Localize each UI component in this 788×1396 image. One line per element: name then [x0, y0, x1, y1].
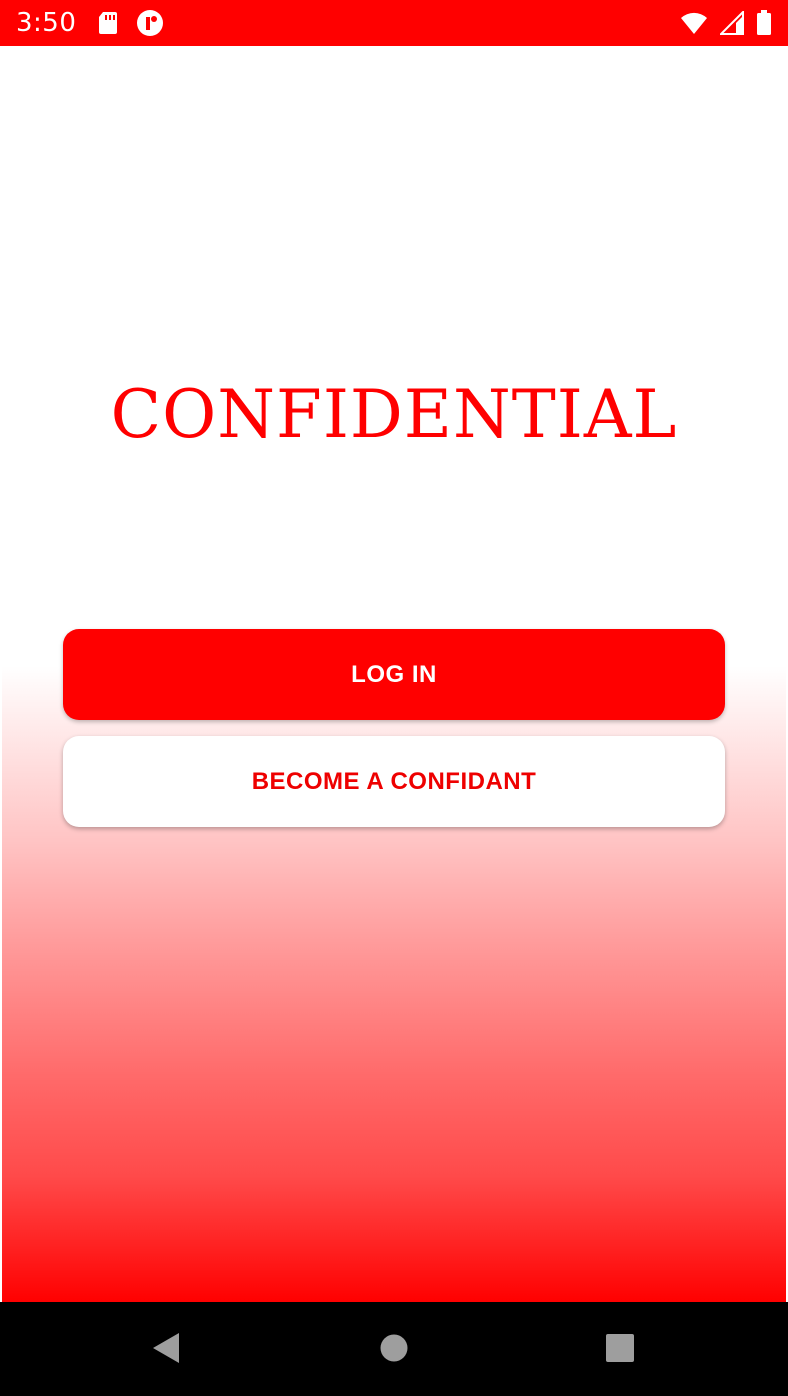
home-icon [379, 1333, 409, 1363]
recents-button[interactable] [600, 1328, 640, 1368]
status-bar-right [680, 10, 772, 36]
back-button[interactable] [146, 1328, 186, 1368]
battery-icon [756, 10, 772, 36]
become-confidant-button[interactable]: BECOME A CONFIDANT [63, 736, 725, 827]
app-title: CONFIDENTIAL [110, 376, 678, 453]
back-icon [151, 1331, 181, 1365]
status-bar: 3:50 [0, 0, 788, 46]
status-bar-left: 3:50 [16, 8, 164, 38]
app-notification-icon [136, 9, 164, 37]
wifi-icon [680, 11, 708, 35]
cellular-signal-icon [720, 11, 744, 35]
status-time: 3:50 [16, 8, 77, 38]
main-content: CONFIDENTIAL LOG IN BECOME A CONFIDANT [2, 46, 786, 1302]
notification-icons [98, 9, 164, 37]
login-button[interactable]: LOG IN [63, 629, 725, 720]
navigation-bar [0, 1302, 788, 1396]
home-button[interactable] [374, 1328, 414, 1368]
recents-icon [605, 1333, 635, 1363]
sd-card-icon [98, 11, 118, 35]
